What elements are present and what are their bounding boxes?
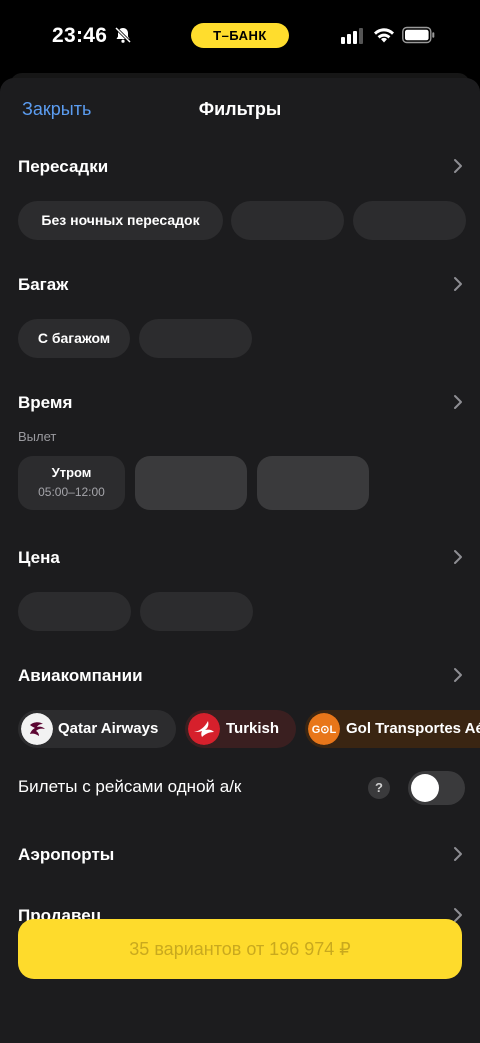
airline-chip-gol[interactable]: G⊙L Gol Transportes Aé xyxy=(305,710,480,748)
airline-chip-turkish[interactable]: Turkish xyxy=(185,710,296,748)
chevron-right-icon[interactable] xyxy=(452,394,464,410)
section-title-baggage[interactable]: Багаж xyxy=(18,275,68,295)
chip-placeholder[interactable] xyxy=(135,456,247,510)
departure-label: Вылет xyxy=(18,429,57,444)
toggle-knob xyxy=(411,774,439,802)
filters-sheet: Фильтры Закрыть Пересадки Без ночных пер… xyxy=(0,78,480,1043)
chevron-right-icon[interactable] xyxy=(452,667,464,683)
airline-name: Turkish xyxy=(226,720,280,737)
status-bar: 23:46 Т–БАНК xyxy=(0,0,480,72)
chevron-right-icon[interactable] xyxy=(452,158,464,174)
help-icon[interactable]: ? xyxy=(368,777,390,799)
chip-placeholder[interactable] xyxy=(18,592,131,631)
wifi-icon xyxy=(374,28,394,43)
section-title-airports[interactable]: Аэропорты xyxy=(18,845,114,865)
chevron-right-icon[interactable] xyxy=(452,549,464,565)
section-title-transfers[interactable]: Пересадки xyxy=(18,157,108,177)
show-results-button[interactable]: 35 вариантов от 196 974 ₽ xyxy=(18,919,462,979)
turkish-airlines-logo-icon xyxy=(188,713,220,745)
section-title-time[interactable]: Время xyxy=(18,393,72,413)
section-title-airlines[interactable]: Авиакомпании xyxy=(18,666,143,686)
bank-indicator[interactable]: Т–БАНК xyxy=(191,23,289,48)
close-button[interactable]: Закрыть xyxy=(22,99,91,120)
chip-placeholder[interactable] xyxy=(257,456,369,510)
chip-no-night-transfers[interactable]: Без ночных пересадок xyxy=(18,201,223,240)
chevron-right-icon[interactable] xyxy=(452,276,464,292)
airline-name: Gol Transportes Aé xyxy=(346,720,480,737)
battery-icon xyxy=(402,26,435,44)
airline-name: Qatar Airways xyxy=(58,720,159,737)
svg-text:G⊙L: G⊙L xyxy=(312,724,337,736)
chip-morning[interactable]: Утром 05:00–12:00 xyxy=(18,456,125,510)
chip-placeholder[interactable] xyxy=(140,592,253,631)
section-title-price[interactable]: Цена xyxy=(18,548,60,568)
same-airline-toggle[interactable] xyxy=(408,771,465,805)
airline-chip-qatar[interactable]: Qatar Airways xyxy=(18,710,176,748)
chip-morning-label: Утром xyxy=(51,465,92,480)
bell-slash-icon xyxy=(114,26,132,44)
chip-placeholder[interactable] xyxy=(139,319,252,358)
status-time: 23:46 xyxy=(52,24,108,47)
same-airline-toggle-label: Билеты с рейсами одной а/к xyxy=(18,777,242,796)
chip-placeholder[interactable] xyxy=(231,201,344,240)
chip-with-baggage[interactable]: С багажом xyxy=(18,319,130,358)
chip-placeholder[interactable] xyxy=(353,201,466,240)
gol-logo-icon: G⊙L xyxy=(308,713,340,745)
signal-icon xyxy=(341,28,363,44)
chip-morning-range: 05:00–12:00 xyxy=(38,485,105,499)
qatar-airways-logo-icon xyxy=(21,713,53,745)
chevron-right-icon[interactable] xyxy=(452,846,464,862)
